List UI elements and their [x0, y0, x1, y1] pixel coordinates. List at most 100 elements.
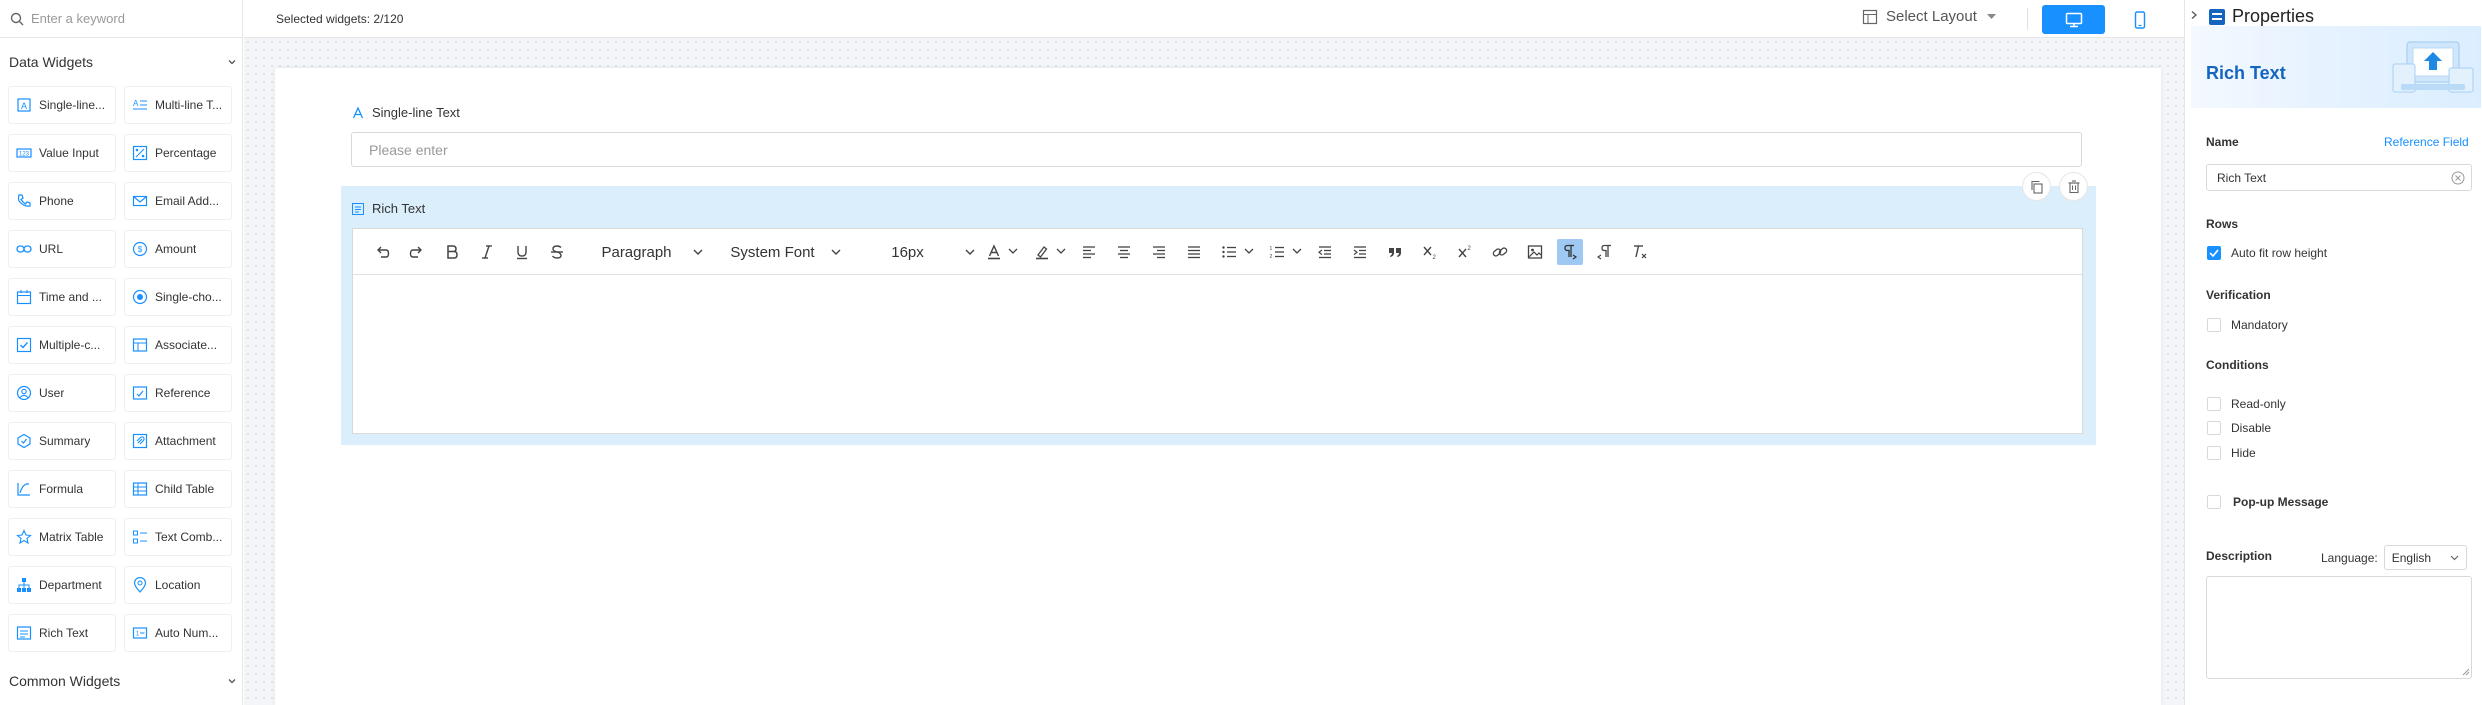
- clear-icon[interactable]: [2451, 171, 2465, 185]
- auto-fit-row-height-checkbox[interactable]: Auto fit row height: [2207, 246, 2327, 260]
- rich-text-content-area[interactable]: [353, 276, 2082, 433]
- desktop-view-button[interactable]: [2042, 5, 2105, 34]
- align-left-button[interactable]: [1076, 239, 1102, 265]
- disable-label: Disable: [2231, 421, 2272, 435]
- widget-item[interactable]: Phone: [8, 182, 116, 220]
- read-only-checkbox[interactable]: Read-only: [2207, 397, 2286, 411]
- widget-item[interactable]: Associate...: [124, 326, 232, 364]
- strikethrough-button[interactable]: [544, 239, 570, 265]
- widget-item[interactable]: Percentage: [124, 134, 232, 172]
- checkbox-checked[interactable]: [2207, 246, 2221, 260]
- copy-field-button[interactable]: [2022, 172, 2051, 201]
- widget-item[interactable]: Text Comb...: [124, 518, 232, 556]
- checkbox[interactable]: [2207, 318, 2221, 332]
- widget-item[interactable]: Formula: [8, 470, 116, 508]
- numbered-list-caret-icon[interactable]: [1292, 247, 1302, 255]
- checkbox[interactable]: [2207, 446, 2221, 460]
- description-textarea[interactable]: [2206, 576, 2472, 679]
- widget-item[interactable]: Attachment: [124, 422, 232, 460]
- blockquote-button[interactable]: [1382, 239, 1408, 265]
- indent-button[interactable]: [1347, 239, 1373, 265]
- widget-item[interactable]: URL: [8, 230, 116, 268]
- single-line-input[interactable]: [369, 141, 2081, 158]
- widget-item[interactable]: A Single-line...: [8, 86, 116, 124]
- rich-text-field-selected[interactable]: Rich Text Paragraph System Font 16px 1 2…: [341, 172, 2096, 445]
- highlight-color-button[interactable]: [1029, 239, 1055, 265]
- bullet-list-button[interactable]: [1216, 239, 1242, 265]
- widget-item[interactable]: A Multi-line T...: [124, 86, 232, 124]
- bold-icon: [447, 245, 458, 259]
- redo-button[interactable]: [404, 239, 430, 265]
- widget-item[interactable]: 1 Auto Num...: [124, 614, 232, 652]
- checkbox[interactable]: [2207, 495, 2221, 509]
- bullet-list-caret-icon[interactable]: [1244, 247, 1254, 255]
- name-input[interactable]: [2217, 170, 2437, 185]
- widget-item[interactable]: Summary: [8, 422, 116, 460]
- widget-label: Single-cho...: [155, 290, 222, 304]
- align-right-button[interactable]: [1146, 239, 1172, 265]
- mandatory-checkbox[interactable]: Mandatory: [2207, 318, 2288, 332]
- checkbox[interactable]: [2207, 397, 2221, 411]
- ltr-direction-button[interactable]: [1557, 239, 1583, 265]
- select-layout-dropdown[interactable]: Select Layout: [1862, 8, 2004, 25]
- numbered-list-button[interactable]: 12: [1264, 239, 1290, 265]
- rtl-direction-button[interactable]: [1592, 239, 1618, 265]
- font-size-select[interactable]: 16px: [851, 239, 976, 265]
- widget-item[interactable]: User: [8, 374, 116, 412]
- widget-item[interactable]: Multiple-c...: [8, 326, 116, 364]
- widget-item[interactable]: Email Add...: [124, 182, 232, 220]
- align-justify-button[interactable]: [1181, 239, 1207, 265]
- widget-label: Multi-line T...: [155, 98, 223, 112]
- delete-field-button[interactable]: [2059, 172, 2088, 201]
- widget-label: Rich Text: [39, 626, 89, 640]
- widget-item[interactable]: Rich Text: [8, 614, 116, 652]
- highlight-caret-icon[interactable]: [1056, 247, 1066, 255]
- widget-item[interactable]: Matrix Table: [8, 518, 116, 556]
- italic-button[interactable]: [474, 239, 500, 265]
- widget-label: Email Add...: [155, 194, 220, 208]
- outdent-button[interactable]: [1312, 239, 1338, 265]
- mobile-view-button[interactable]: [2108, 5, 2171, 34]
- widget-label: Reference: [155, 386, 211, 400]
- widget-label: Phone: [39, 194, 74, 208]
- disable-checkbox[interactable]: Disable: [2207, 421, 2271, 435]
- expand-panel-icon[interactable]: [2190, 10, 2198, 20]
- image-icon: [1527, 245, 1543, 259]
- language-select[interactable]: English: [2383, 545, 2467, 570]
- hide-checkbox[interactable]: Hide: [2207, 446, 2256, 460]
- undo-button[interactable]: [369, 239, 395, 265]
- summary-icon: [16, 433, 32, 449]
- widget-item[interactable]: Department: [8, 566, 116, 604]
- checkbox[interactable]: [2207, 421, 2221, 435]
- paragraph-select[interactable]: Paragraph: [581, 239, 704, 265]
- subscript-button[interactable]: 2: [1417, 239, 1443, 265]
- widget-item[interactable]: Location: [124, 566, 232, 604]
- popup-message-checkbox[interactable]: Pop-up Message: [2207, 495, 2328, 509]
- underline-button[interactable]: [509, 239, 535, 265]
- widget-item[interactable]: $ Amount: [124, 230, 232, 268]
- reference-field-link[interactable]: Reference Field: [2384, 135, 2469, 149]
- widget-item[interactable]: Time and ...: [8, 278, 116, 316]
- common-widgets-header[interactable]: Common Widgets: [9, 673, 237, 689]
- illustration-icon: [2392, 41, 2474, 93]
- bold-button[interactable]: [439, 239, 465, 265]
- align-center-button[interactable]: [1111, 239, 1137, 265]
- insert-image-button[interactable]: [1522, 239, 1548, 265]
- widget-item[interactable]: Reference: [124, 374, 232, 412]
- matrix-icon: [16, 529, 32, 545]
- data-widgets-header[interactable]: Data Widgets: [9, 54, 237, 70]
- widget-item[interactable]: Child Table: [124, 470, 232, 508]
- resize-grip-icon[interactable]: [2462, 668, 2470, 676]
- widget-item[interactable]: Single-cho...: [124, 278, 232, 316]
- widget-item[interactable]: 123 Value Input: [8, 134, 116, 172]
- chevron-down-icon: [228, 60, 236, 65]
- font-color-caret-icon[interactable]: [1008, 247, 1018, 255]
- clear-format-button[interactable]: [1627, 239, 1653, 265]
- search-input[interactable]: [31, 11, 231, 26]
- font-color-button[interactable]: [981, 239, 1007, 265]
- app-root: Data Widgets A Single-line... A Multi-line…: [0, 0, 2482, 705]
- selected-widgets-count: Selected widgets: 2/120: [276, 12, 404, 26]
- font-select[interactable]: System Font: [715, 239, 842, 265]
- superscript-button[interactable]: 2: [1452, 239, 1478, 265]
- insert-link-button[interactable]: [1487, 239, 1513, 265]
